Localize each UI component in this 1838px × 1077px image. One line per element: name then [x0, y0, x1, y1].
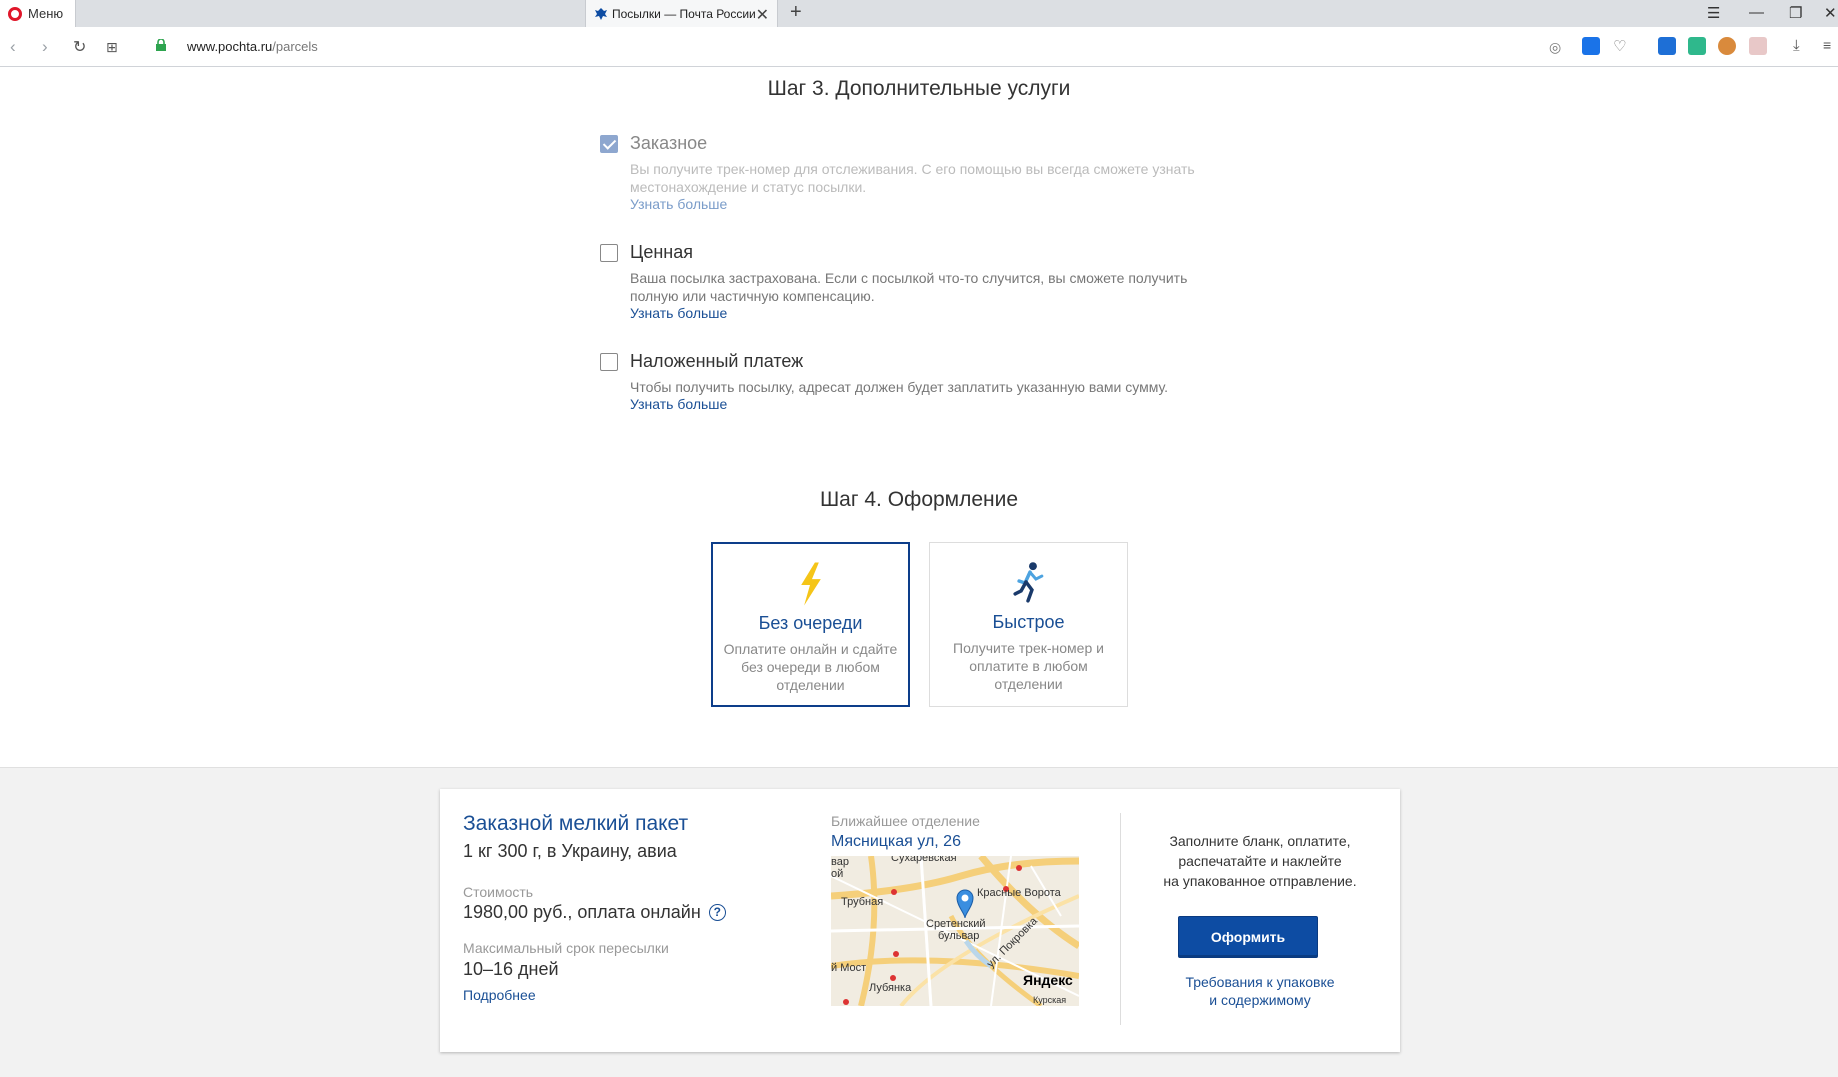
cod-checkbox[interactable] — [600, 353, 618, 371]
cookie-extension-icon[interactable] — [1718, 37, 1736, 55]
details-link[interactable]: Подробнее — [463, 987, 536, 1003]
browser-menu-label: Меню — [28, 6, 64, 21]
card-title: Без очереди — [758, 613, 863, 633]
map-label: ой — [831, 868, 844, 880]
step3-title: Шаг 3. Дополнительные услуги — [767, 77, 1071, 100]
packaging-requirements-link[interactable]: Требования к упаковке и содержимому — [1140, 973, 1380, 1009]
option-title: Наложенный платеж — [630, 351, 804, 371]
card-title: Быстрое — [992, 612, 1065, 632]
order-button[interactable]: Оформить — [1178, 916, 1318, 958]
browser-tab-bar: Меню Посылки — Почта России ✕ + ☰ — ❐ ✕ — [0, 0, 1838, 27]
map-label: Сухаревская — [891, 856, 957, 864]
option-description: Ваша посылка застрахована. Если с посылк… — [630, 270, 1188, 304]
speed-dial-icon[interactable]: ⊞ — [106, 39, 118, 56]
vertical-divider — [1120, 813, 1121, 1025]
term-value: 10–16 дней — [463, 959, 559, 979]
option-title: Заказное — [630, 133, 708, 153]
url-path: /parcels — [272, 39, 318, 54]
map-label: вар — [831, 856, 849, 868]
runner-icon — [1013, 562, 1044, 603]
help-icon[interactable]: ? — [708, 904, 726, 921]
office-address-link[interactable]: Мясницкая ул, 26 — [831, 833, 961, 851]
restore-icon[interactable]: ❐ — [1789, 4, 1802, 22]
yandex-logo: Яндекс — [1023, 972, 1073, 988]
url-domain: www.pochta.ru — [187, 39, 273, 54]
browser-menu-button[interactable]: Меню — [0, 0, 76, 27]
heart-icon[interactable]: ♡ — [1613, 37, 1626, 55]
parcel-type-title: Заказной мелкий пакет — [463, 812, 689, 835]
map-label: Лубянка — [869, 982, 912, 994]
option-title: Ценная — [630, 242, 693, 262]
order-summary-panel: Заказной мелкий пакет 1 кг 300 г, в Укра… — [440, 789, 1400, 1052]
option-card-fast[interactable]: Быстрое Получите трек-номер и оплатите в… — [929, 542, 1128, 707]
map-label: Курская — [1033, 995, 1067, 1005]
opera-logo-icon — [8, 6, 22, 21]
card-description: Оплатите онлайн и сдайте без очереди в л… — [723, 641, 898, 693]
map-label: бульвар — [938, 930, 980, 942]
step4-title: Шаг 4. Оформление — [819, 488, 1019, 511]
map-label: Сретенский — [926, 918, 986, 930]
map-label: Трубная — [841, 896, 884, 908]
term-label: Максимальный срок пересылки — [463, 940, 669, 956]
evernote-extension-icon[interactable] — [1688, 37, 1706, 55]
pochta-eagle-icon — [595, 7, 607, 20]
instructions-text: Заполните бланк, оплатите, распечатайте … — [1163, 833, 1357, 889]
map-label: й Мост — [831, 962, 867, 974]
tab-menu-icon[interactable]: ☰ — [1707, 4, 1720, 22]
sidebar-icon[interactable]: ≡ — [1823, 37, 1831, 53]
learn-more-link[interactable]: Узнать больше — [630, 396, 727, 412]
download-icon[interactable]: ⤓ — [1793, 37, 1800, 54]
secure-lock-icon[interactable] — [156, 39, 166, 51]
browser-tab-title: Посылки — Почта России — [612, 6, 756, 21]
card-description: Получите трек-номер и оплатите в любом о… — [953, 640, 1104, 692]
reload-icon[interactable]: ↻ — [73, 37, 86, 57]
new-tab-button[interactable]: + — [790, 1, 802, 24]
forward-icon[interactable]: › — [42, 37, 48, 57]
learn-more-link[interactable]: Узнать больше — [630, 196, 727, 212]
option-description: Чтобы получить посылку, адресат должен б… — [630, 379, 1168, 395]
camera-icon[interactable]: ◎ — [1549, 39, 1561, 56]
option-card-no-queue[interactable]: Без очереди Оплатите онлайн и сдайте без… — [711, 542, 910, 707]
browser-tab-active[interactable]: Посылки — Почта России ✕ — [585, 0, 778, 27]
registered-checkbox[interactable] — [600, 135, 618, 153]
option-description: Вы получите трек-номер для отслеживания.… — [630, 161, 1195, 195]
lightning-icon — [801, 562, 821, 606]
vpn-extension-icon[interactable] — [1582, 37, 1600, 55]
parcel-details: 1 кг 300 г, в Украину, авиа — [463, 841, 677, 861]
cost-label: Стоимость — [463, 884, 534, 900]
map-label: Красные Ворота — [977, 887, 1061, 899]
url-field[interactable]: www.pochta.ru/parcels — [187, 39, 318, 54]
cost-value: 1980,00 руб., оплата онлайн? — [463, 902, 726, 923]
minimize-icon[interactable]: — — [1749, 4, 1764, 21]
back-icon[interactable]: ‹ — [10, 37, 16, 57]
address-bar: ‹ › ↻ ⊞ www.pochta.ru/parcels ◎ ♡ ⤓ ≡ — [0, 27, 1838, 67]
close-window-icon[interactable]: ✕ — [1824, 4, 1837, 22]
valuable-checkbox[interactable] — [600, 244, 618, 262]
office-map[interactable]: Сухаревская вар ой Трубная Красные Ворот… — [831, 856, 1079, 1006]
skype-extension-icon[interactable] — [1658, 37, 1676, 55]
nearest-office-label: Ближайшее отделение — [831, 813, 980, 829]
tab-close-icon[interactable]: ✕ — [756, 5, 769, 25]
color-extension-icon[interactable] — [1749, 37, 1767, 55]
learn-more-link[interactable]: Узнать больше — [630, 305, 727, 321]
